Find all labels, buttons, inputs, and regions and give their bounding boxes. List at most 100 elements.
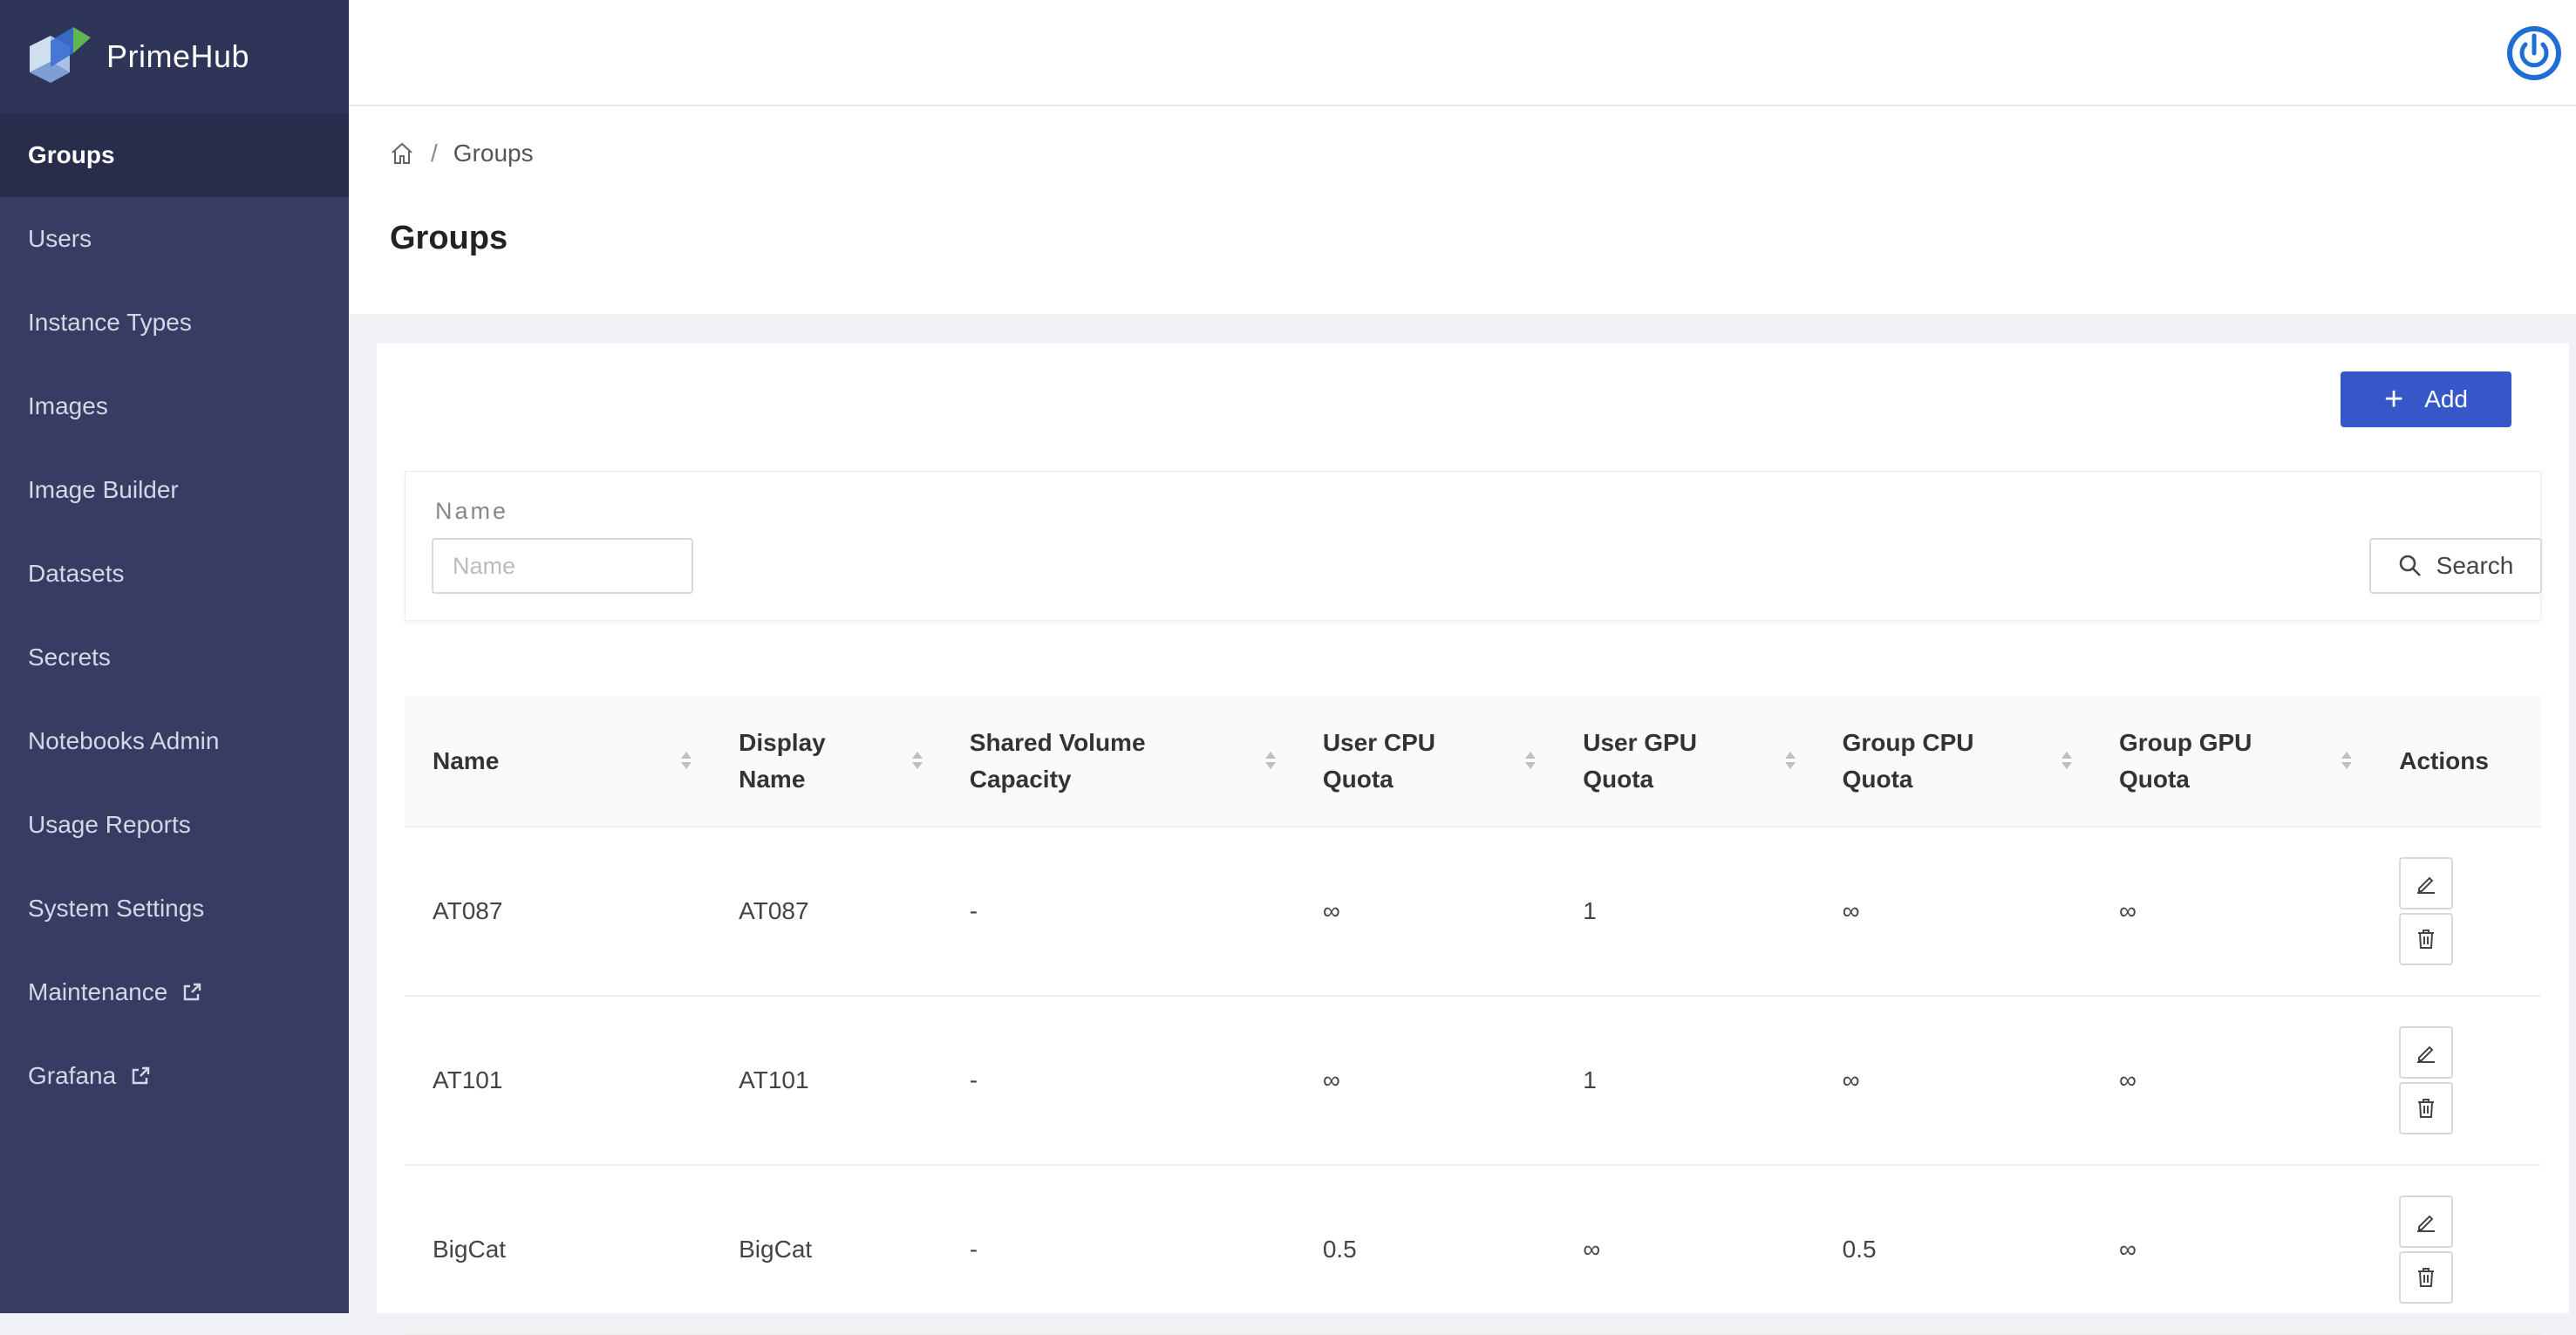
column-header-user-gpu-quota[interactable]: User GPU Quota bbox=[1555, 696, 1815, 828]
cell-group-cpu-quota: 0.5 bbox=[1814, 1165, 2091, 1335]
sidebar-item-label: Notebooks Admin bbox=[28, 727, 220, 754]
primehub-logo-icon bbox=[30, 27, 91, 83]
column-header-shared-volume-capacity[interactable]: Shared Volume Capacity bbox=[941, 696, 1295, 828]
column-header-group-gpu-quota[interactable]: Group GPU Quota bbox=[2090, 696, 2372, 828]
top-bar bbox=[349, 0, 2576, 106]
page-title: Groups bbox=[390, 220, 508, 256]
sort-icon[interactable] bbox=[1264, 746, 1278, 774]
sidebar-item-label: Grafana bbox=[28, 1062, 117, 1089]
page-header: / Groups Groups bbox=[349, 106, 2576, 314]
table-row: AT101 AT101 - ∞ 1 ∞ ∞ bbox=[405, 996, 2541, 1166]
sidebar-item-label: Groups bbox=[28, 141, 115, 168]
home-icon[interactable] bbox=[389, 140, 415, 167]
sidebar-item-users[interactable]: Users bbox=[0, 197, 349, 281]
table-row: AT087 AT087 - ∞ 1 ∞ ∞ bbox=[405, 827, 2541, 997]
cell-user-gpu-quota: ∞ bbox=[1555, 1165, 1815, 1335]
app-name: PrimeHub bbox=[106, 38, 250, 74]
name-filter-label: Name bbox=[435, 498, 509, 524]
sort-icon[interactable] bbox=[2060, 746, 2074, 774]
brand[interactable]: PrimeHub bbox=[0, 0, 349, 113]
groups-card: + Add Name Search Name Display Name Shar… bbox=[377, 344, 2569, 1335]
cell-group-gpu-quota: ∞ bbox=[2090, 996, 2372, 1166]
edit-icon bbox=[2417, 876, 2436, 894]
cell-user-gpu-quota: 1 bbox=[1555, 996, 1815, 1166]
column-header-name[interactable]: Name bbox=[405, 696, 712, 828]
sidebar-item-label: Instance Types bbox=[28, 309, 192, 336]
filter-panel: Name Search bbox=[405, 471, 2542, 621]
cell-name: AT101 bbox=[405, 996, 712, 1166]
table-row: BigCat BigCat - 0.5 ∞ 0.5 ∞ bbox=[405, 1165, 2541, 1335]
search-button[interactable]: Search bbox=[2369, 538, 2542, 594]
add-button[interactable]: + Add bbox=[2341, 371, 2511, 427]
sidebar-item-label: System Settings bbox=[28, 895, 205, 922]
cell-group-cpu-quota: ∞ bbox=[1814, 996, 2091, 1166]
sidebar-item-label: Maintenance bbox=[28, 978, 168, 1005]
external-link-icon bbox=[184, 983, 201, 1001]
sidebar-item-images[interactable]: Images bbox=[0, 364, 349, 448]
cell-user-gpu-quota: 1 bbox=[1555, 827, 1815, 997]
plus-icon: + bbox=[2383, 381, 2404, 418]
cell-display-name: AT087 bbox=[711, 827, 942, 997]
groups-table: Name Display Name Shared Volume Capacity… bbox=[405, 696, 2541, 1335]
sidebar-item-groups[interactable]: Groups bbox=[0, 113, 349, 197]
search-button-label: Search bbox=[2436, 552, 2514, 579]
cell-user-cpu-quota: ∞ bbox=[1294, 827, 1556, 997]
breadcrumb-separator: / bbox=[431, 140, 438, 167]
cell-group-cpu-quota: ∞ bbox=[1814, 827, 2091, 997]
sidebar-item-label: Datasets bbox=[28, 560, 125, 587]
sidebar-item-label: Usage Reports bbox=[28, 811, 191, 838]
cell-actions bbox=[2371, 827, 2541, 997]
sidebar-item-label: Image Builder bbox=[28, 476, 179, 503]
sidebar-item-system-settings[interactable]: System Settings bbox=[0, 867, 349, 950]
sort-icon[interactable] bbox=[2340, 746, 2354, 774]
breadcrumb-current: Groups bbox=[453, 140, 534, 167]
sidebar-item-label: Secrets bbox=[28, 644, 111, 671]
cell-actions bbox=[2371, 1165, 2541, 1335]
sidebar-item-grafana[interactable]: Grafana bbox=[0, 1034, 349, 1118]
cell-display-name: BigCat bbox=[711, 1165, 942, 1335]
external-link-icon bbox=[132, 1066, 150, 1085]
sidebar-item-secrets[interactable]: Secrets bbox=[0, 616, 349, 699]
delete-button[interactable] bbox=[2399, 1251, 2454, 1304]
trash-icon bbox=[2418, 930, 2435, 949]
delete-button[interactable] bbox=[2399, 913, 2454, 965]
cell-group-gpu-quota: ∞ bbox=[2090, 1165, 2372, 1335]
column-header-group-cpu-quota[interactable]: Group CPU Quota bbox=[1814, 696, 2091, 828]
cell-name: AT087 bbox=[405, 827, 712, 997]
sidebar-item-image-builder[interactable]: Image Builder bbox=[0, 448, 349, 532]
column-header-user-cpu-quota[interactable]: User CPU Quota bbox=[1294, 696, 1556, 828]
column-header-display-name[interactable]: Display Name bbox=[711, 696, 942, 828]
sidebar: PrimeHub Groups Users Instance Types Ima… bbox=[0, 0, 349, 1313]
column-header-actions: Actions bbox=[2371, 696, 2541, 828]
edit-button[interactable] bbox=[2399, 857, 2454, 909]
cell-group-gpu-quota: ∞ bbox=[2090, 827, 2372, 997]
sidebar-item-notebooks-admin[interactable]: Notebooks Admin bbox=[0, 699, 349, 783]
cell-shared-volume-capacity: - bbox=[941, 996, 1295, 1166]
delete-button[interactable] bbox=[2399, 1082, 2454, 1134]
sort-icon[interactable] bbox=[1523, 746, 1537, 774]
cell-shared-volume-capacity: - bbox=[941, 827, 1295, 997]
cell-user-cpu-quota: 0.5 bbox=[1294, 1165, 1556, 1335]
sidebar-item-maintenance[interactable]: Maintenance bbox=[0, 950, 349, 1034]
sidebar-item-label: Users bbox=[28, 225, 92, 252]
table-header-row: Name Display Name Shared Volume Capacity… bbox=[405, 696, 2541, 828]
sort-icon[interactable] bbox=[1783, 746, 1797, 774]
name-search-input[interactable] bbox=[432, 538, 693, 594]
sidebar-item-instance-types[interactable]: Instance Types bbox=[0, 281, 349, 364]
edit-icon bbox=[2417, 1046, 2436, 1063]
cell-shared-volume-capacity: - bbox=[941, 1165, 1295, 1335]
sort-icon[interactable] bbox=[910, 746, 924, 774]
cell-name: BigCat bbox=[405, 1165, 712, 1335]
breadcrumb: / Groups bbox=[389, 140, 534, 167]
sidebar-item-usage-reports[interactable]: Usage Reports bbox=[0, 783, 349, 867]
cell-display-name: AT101 bbox=[711, 996, 942, 1166]
edit-button[interactable] bbox=[2399, 1195, 2454, 1248]
sidebar-item-label: Images bbox=[28, 392, 108, 419]
edit-button[interactable] bbox=[2399, 1026, 2454, 1079]
power-icon[interactable] bbox=[2504, 24, 2564, 83]
cell-user-cpu-quota: ∞ bbox=[1294, 996, 1556, 1166]
search-icon bbox=[2399, 555, 2421, 576]
sort-icon[interactable] bbox=[679, 746, 693, 774]
edit-icon bbox=[2417, 1215, 2436, 1232]
sidebar-item-datasets[interactable]: Datasets bbox=[0, 532, 349, 616]
